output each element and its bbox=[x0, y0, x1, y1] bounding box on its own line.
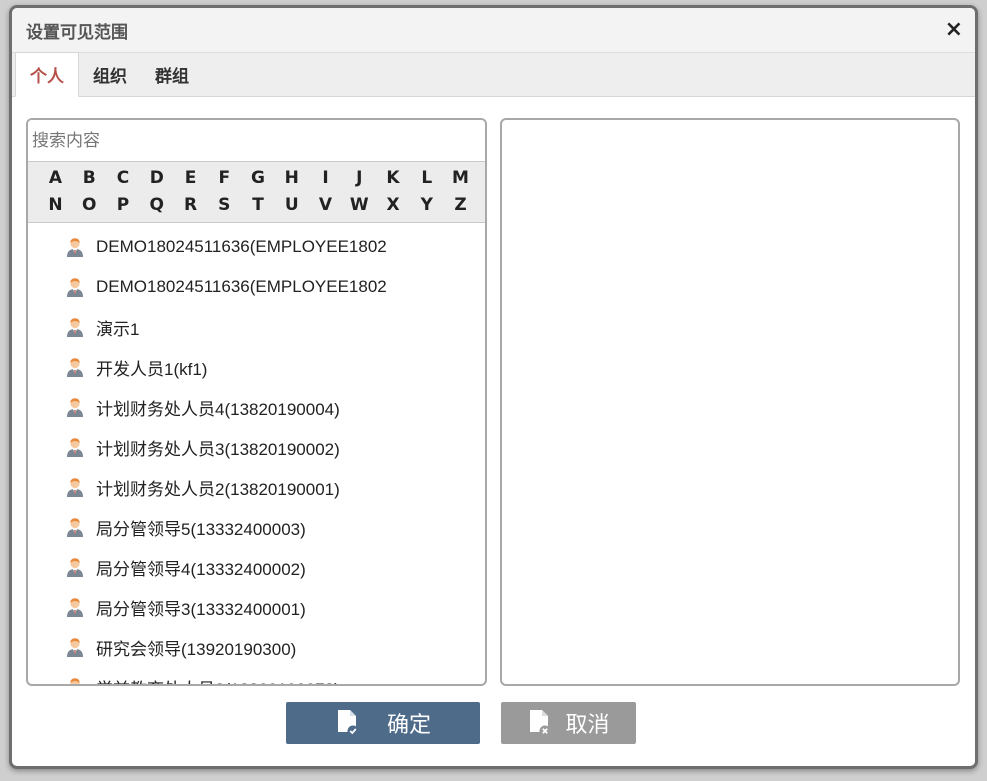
tab-bar: 个人 组织 群组 bbox=[12, 52, 975, 97]
alphabet-letter-d[interactable]: D bbox=[144, 168, 169, 188]
list-item[interactable]: 开发人员1(kf1) bbox=[28, 347, 485, 387]
alphabet-letter-c[interactable]: C bbox=[111, 168, 136, 188]
selected-panel bbox=[500, 118, 960, 686]
list-item[interactable]: 学前教育处人员3(13320190073) bbox=[28, 667, 485, 685]
person-name: 计划财务处人员4(13820190004) bbox=[96, 399, 340, 419]
list-item[interactable]: 局分管领导4(13332400002) bbox=[28, 547, 485, 587]
alphabet-letter-l[interactable]: L bbox=[414, 168, 439, 188]
person-icon bbox=[64, 676, 86, 684]
list-item[interactable]: 计划财务处人员2(13820190001) bbox=[28, 467, 485, 507]
alphabet-letter-q[interactable]: Q bbox=[144, 195, 169, 215]
visibility-dialog: 设置可见范围 × 个人 组织 群组 ABCDEFGHIJKLM NOPQRSTU… bbox=[9, 5, 978, 769]
alphabet-letter-e[interactable]: E bbox=[178, 168, 203, 188]
person-name: DEMO18024511636(EMPLOYEE1802 bbox=[96, 237, 387, 256]
alphabet-letter-k[interactable]: K bbox=[381, 168, 406, 188]
tab-group[interactable]: 群组 bbox=[141, 52, 203, 96]
search-input[interactable] bbox=[28, 120, 485, 161]
close-icon[interactable]: × bbox=[945, 19, 963, 41]
alphabet-letter-w[interactable]: W bbox=[347, 195, 372, 215]
alphabet-letter-b[interactable]: B bbox=[77, 168, 102, 188]
candidate-panel: ABCDEFGHIJKLM NOPQRSTUVWXYZ DEMO18024511… bbox=[26, 118, 487, 686]
alphabet-letter-j[interactable]: J bbox=[347, 168, 372, 188]
person-icon bbox=[64, 556, 86, 578]
person-name: 局分管领导3(13332400001) bbox=[96, 599, 306, 619]
person-name: 局分管领导4(13332400002) bbox=[96, 559, 306, 579]
confirm-button[interactable]: 确定 bbox=[286, 702, 480, 744]
alphabet-letter-m[interactable]: M bbox=[448, 168, 473, 188]
person-icon bbox=[64, 596, 86, 618]
person-name: 研究会领导(13920190300) bbox=[96, 639, 297, 659]
alphabet-filter: ABCDEFGHIJKLM NOPQRSTUVWXYZ bbox=[28, 162, 485, 223]
alphabet-row: NOPQRSTUVWXYZ bbox=[43, 191, 473, 218]
alphabet-letter-z[interactable]: Z bbox=[448, 195, 473, 215]
person-name: DEMO18024511636(EMPLOYEE1802 bbox=[96, 277, 387, 296]
list-item[interactable]: 演示1 bbox=[28, 307, 485, 347]
dialog-title: 设置可见范围 bbox=[26, 22, 128, 43]
people-list: DEMO18024511636(EMPLOYEE1802 DEMO18024511… bbox=[28, 223, 485, 685]
alphabet-letter-y[interactable]: Y bbox=[414, 195, 439, 215]
list-item[interactable]: 计划财务处人员4(13820190004) bbox=[28, 387, 485, 427]
alphabet-letter-x[interactable]: X bbox=[381, 195, 406, 215]
person-name: 计划财务处人员3(13820190002) bbox=[96, 439, 340, 459]
person-name: 学前教育处人员3(13320190073) bbox=[96, 675, 340, 685]
alphabet-row: ABCDEFGHIJKLM bbox=[43, 164, 473, 191]
list-item[interactable]: 计划财务处人员3(13820190002) bbox=[28, 427, 485, 467]
alphabet-letter-u[interactable]: U bbox=[279, 195, 304, 215]
person-name: 开发人员1(kf1) bbox=[96, 359, 208, 379]
tab-individual[interactable]: 个人 bbox=[15, 52, 79, 97]
person-icon bbox=[64, 236, 86, 258]
person-icon bbox=[64, 316, 86, 338]
alphabet-letter-r[interactable]: R bbox=[178, 195, 203, 215]
cancel-button[interactable]: 取消 bbox=[501, 702, 636, 744]
person-icon bbox=[64, 516, 86, 538]
document-cancel-icon bbox=[530, 710, 551, 737]
list-item[interactable]: 局分管领导3(13332400001) bbox=[28, 587, 485, 627]
alphabet-letter-t[interactable]: T bbox=[246, 195, 271, 215]
alphabet-letter-p[interactable]: P bbox=[111, 195, 136, 215]
tab-organization[interactable]: 组织 bbox=[79, 52, 141, 96]
alphabet-letter-o[interactable]: O bbox=[77, 195, 102, 215]
person-name: 局分管领导5(13332400003) bbox=[96, 519, 306, 539]
person-icon bbox=[64, 276, 86, 298]
person-icon bbox=[64, 436, 86, 458]
alphabet-letter-v[interactable]: V bbox=[313, 195, 338, 215]
alphabet-letter-f[interactable]: F bbox=[212, 168, 237, 188]
list-item[interactable]: DEMO18024511636(EMPLOYEE1802 bbox=[28, 267, 485, 307]
person-icon bbox=[64, 356, 86, 378]
person-icon bbox=[64, 636, 86, 658]
alphabet-letter-h[interactable]: H bbox=[279, 168, 304, 188]
list-item[interactable]: 研究会领导(13920190300) bbox=[28, 627, 485, 667]
alphabet-letter-n[interactable]: N bbox=[43, 195, 68, 215]
list-item[interactable]: DEMO18024511636(EMPLOYEE1802 bbox=[28, 227, 485, 267]
person-icon bbox=[64, 476, 86, 498]
confirm-button-label: 确定 bbox=[386, 713, 431, 738]
search-box bbox=[28, 120, 485, 162]
alphabet-letter-i[interactable]: I bbox=[313, 168, 338, 188]
cancel-button-label: 取消 bbox=[565, 713, 610, 738]
person-name: 演示1 bbox=[96, 319, 140, 339]
alphabet-letter-g[interactable]: G bbox=[246, 168, 271, 188]
alphabet-letter-s[interactable]: S bbox=[212, 195, 237, 215]
person-icon bbox=[64, 396, 86, 418]
document-check-icon bbox=[337, 710, 359, 737]
list-item[interactable]: 局分管领导5(13332400003) bbox=[28, 507, 485, 547]
dialog-titlebar: 设置可见范围 × bbox=[12, 8, 975, 53]
alphabet-letter-a[interactable]: A bbox=[43, 168, 68, 188]
person-name: 计划财务处人员2(13820190001) bbox=[96, 479, 340, 499]
